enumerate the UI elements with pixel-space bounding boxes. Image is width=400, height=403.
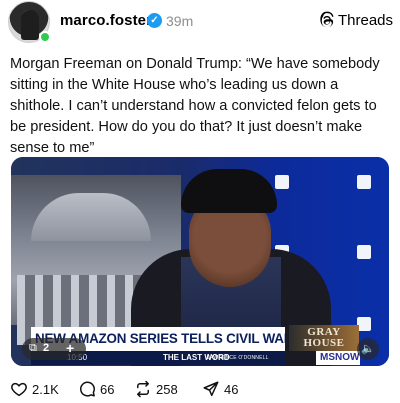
interviewee-cap [181, 169, 277, 213]
post-actions: 2.1K 66 258 46 [0, 378, 400, 403]
comment-icon [80, 381, 95, 397]
share-button[interactable]: 46 [202, 380, 238, 398]
threads-logo-icon [320, 11, 334, 28]
avatar-figure [21, 10, 39, 40]
share-icon [203, 381, 219, 397]
like-count: 2.1K [32, 381, 59, 397]
username[interactable]: marco.foster [60, 12, 152, 29]
plus-icon: + [66, 340, 75, 356]
heart-icon [11, 382, 27, 397]
comment-button[interactable]: 66 [78, 380, 114, 398]
studio-light [357, 175, 371, 189]
studio-light [275, 175, 289, 189]
carousel-icon: ⧉ [29, 342, 37, 354]
video-player[interactable]: NEW AMAZON SERIES TELLS CIVIL WAR RESIST… [11, 157, 389, 366]
monument-dome [31, 193, 151, 241]
share-count: 46 [224, 381, 239, 397]
promo-logo: GRAY HOUSE [289, 325, 359, 351]
post-time: 39m [166, 13, 194, 29]
show-host: LAWRENCE O'DONNELL [207, 355, 269, 361]
carousel-indicator[interactable]: ⧉ 2 + [22, 338, 86, 360]
carousel-count: 2 [43, 342, 50, 354]
repost-count: 258 [156, 381, 178, 397]
repost-button[interactable]: 258 [134, 380, 178, 398]
speaker-icon[interactable]: 🔈 [357, 338, 379, 360]
comment-count: 66 [100, 381, 115, 397]
studio-light [357, 245, 371, 259]
post-header: marco.foster ✓ 39m Threads [0, 0, 400, 44]
online-status-dot [39, 31, 51, 43]
verified-badge-icon: ✓ [147, 13, 162, 28]
like-button[interactable]: 2.1K [10, 380, 59, 398]
threads-label[interactable]: Threads [338, 12, 393, 29]
repost-icon [137, 380, 149, 398]
post-body-text: Morgan Freeman on Donald Trump: “We have… [10, 56, 380, 156]
network-logo: MSNOW [316, 351, 360, 365]
